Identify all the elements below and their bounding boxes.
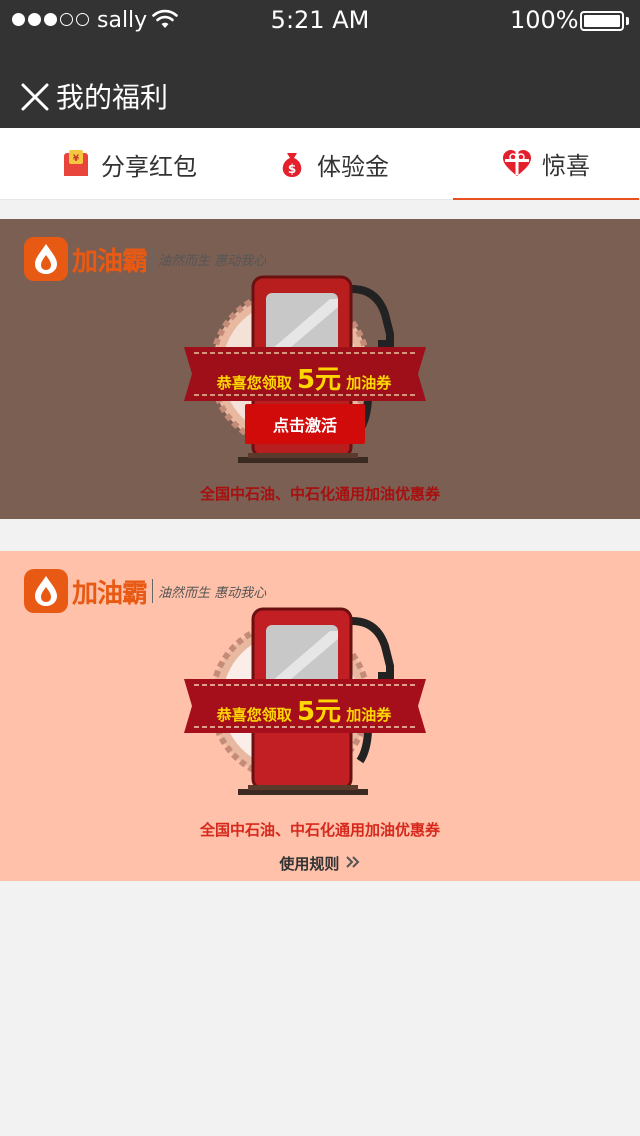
tab-share-red-envelope[interactable]: ¥ 分享红包 <box>36 128 222 200</box>
red-envelope-icon: ¥ <box>64 150 88 176</box>
money-bag-icon: $ <box>282 153 302 177</box>
svg-text:$: $ <box>288 162 296 176</box>
close-button[interactable] <box>20 82 50 112</box>
oil-drop-icon <box>24 569 68 613</box>
ribbon-suffix: 加油券 <box>346 374 392 392</box>
coupon-ribbon: 恭喜您领取 5元 加油券 <box>184 691 424 728</box>
fuel-coupon-card-activated[interactable]: 加油霸 油然而生 惠动我心 恭喜您领取 5元 加油券 全国中石油、中石化通用加油… <box>0 551 640 881</box>
nav-bar: 我的福利 <box>0 40 640 128</box>
coupon-amount: 5元 <box>296 365 342 395</box>
brand-slogan: 油然而生 惠动我心 <box>158 585 267 601</box>
tab-label: 惊喜 <box>542 151 590 180</box>
tab-surprise[interactable]: 惊喜 <box>453 128 639 200</box>
gift-heart-icon <box>503 150 531 176</box>
ribbon-suffix: 加油券 <box>346 706 392 724</box>
coupon-ribbon: 恭喜您领取 5元 加油券 <box>184 359 424 396</box>
status-bar: sally 5:21 AM 100% <box>0 0 640 40</box>
brand-name: 加油霸 <box>72 246 148 277</box>
fuel-coupon-card-unactivated[interactable]: 加油霸 油然而生 惠动我心 恭喜您领取 5元 加油券 点击激活 全国中石油、中石… <box>0 219 640 519</box>
coupon-description: 全国中石油、中石化通用加油优惠券 <box>199 821 440 839</box>
battery-percentage: 100% <box>510 6 579 34</box>
usage-rules-label: 使用规则 <box>279 855 340 873</box>
brand-name: 加油霸 <box>72 578 148 609</box>
tab-experience-fund[interactable]: $ 体验金 <box>240 128 426 200</box>
usage-rules-link[interactable]: 使用规则 <box>0 853 640 874</box>
coupon-amount: 5元 <box>296 697 342 727</box>
double-chevron-right-icon <box>345 855 361 873</box>
brand-slogan: 油然而生 惠动我心 <box>158 253 267 269</box>
ribbon-prefix: 恭喜您领取 <box>216 374 292 392</box>
oil-drop-icon <box>24 237 68 281</box>
svg-text:¥: ¥ <box>73 154 80 164</box>
page-title: 我的福利 <box>56 81 169 114</box>
coupon-description: 全国中石油、中石化通用加油优惠券 <box>199 485 440 503</box>
tab-label: 分享红包 <box>101 152 197 181</box>
close-icon <box>21 83 49 111</box>
battery-icon <box>580 11 624 31</box>
activate-button[interactable]: 点击激活 <box>245 404 365 444</box>
tab-bar: ¥ 分享红包 $ 体验金 惊喜 <box>0 128 640 200</box>
ribbon-prefix: 恭喜您领取 <box>216 706 292 724</box>
tab-label: 体验金 <box>317 152 389 181</box>
